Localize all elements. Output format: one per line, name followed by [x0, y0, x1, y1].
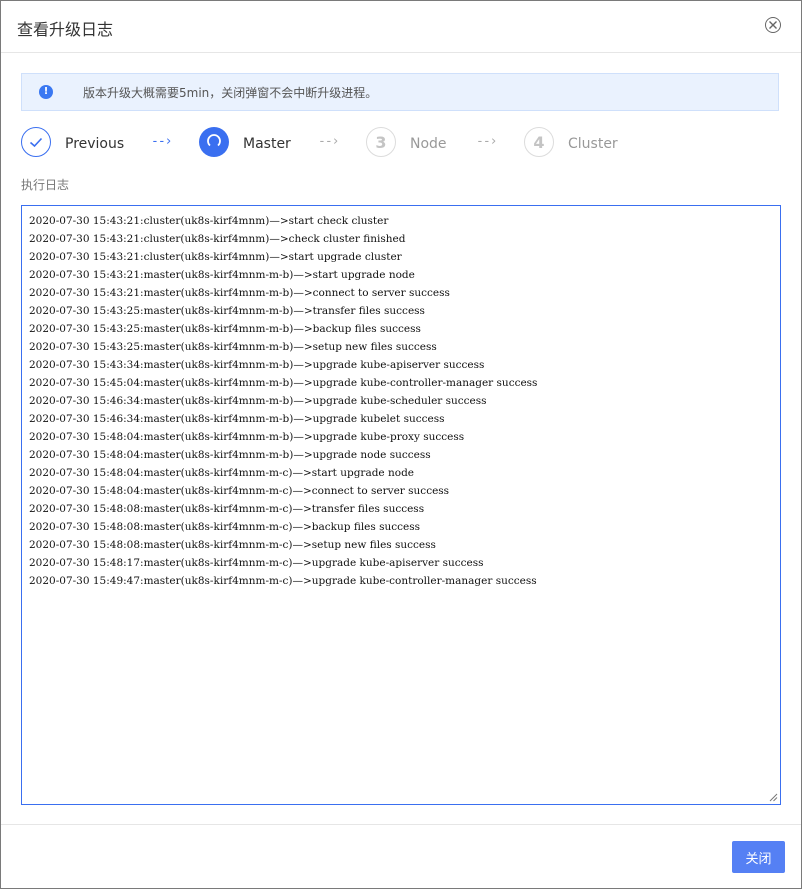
- step-arrow-1: --›: [151, 134, 173, 149]
- step-node-label: Node: [410, 136, 447, 152]
- step-master-label: Master: [243, 136, 291, 152]
- log-line: 2020-07-30 15:48:17:master(uk8s-kirf4mnm…: [29, 557, 484, 569]
- step-previous-circle: [21, 127, 51, 157]
- log-line: 2020-07-30 15:43:25:master(uk8s-kirf4mnm…: [29, 323, 421, 335]
- notice-text: 版本升级大概需要5min，关闭弹窗不会中断升级进程。: [83, 86, 378, 100]
- dialog-title: 查看升级日志: [17, 20, 114, 39]
- log-line: 2020-07-30 15:48:04:master(uk8s-kirf4mnm…: [29, 431, 465, 443]
- step-node-circle: 3: [366, 127, 396, 157]
- log-line: 2020-07-30 15:48:08:master(uk8s-kirf4mnm…: [29, 539, 436, 551]
- log-line: 2020-07-30 15:48:08:master(uk8s-kirf4mnm…: [29, 521, 421, 533]
- log-line: 2020-07-30 15:43:21:cluster(uk8s-kirf4mn…: [29, 251, 402, 263]
- step-cluster-label: Cluster: [568, 136, 618, 152]
- log-line: 2020-07-30 15:43:21:master(uk8s-kirf4mnm…: [29, 269, 415, 281]
- upgrade-steps: Previous --› Master --› 3 Node --› 4 Clu…: [1, 127, 801, 163]
- resize-grip-icon[interactable]: [769, 793, 778, 802]
- step-master-circle: [199, 127, 229, 157]
- log-line: 2020-07-30 15:43:25:master(uk8s-kirf4mnm…: [29, 341, 437, 353]
- close-circle-icon[interactable]: [765, 17, 781, 33]
- upgrade-notice: ! 版本升级大概需要5min，关闭弹窗不会中断升级进程。: [21, 73, 779, 111]
- loading-spinner-icon: [207, 134, 221, 147]
- log-line: 2020-07-30 15:43:25:master(uk8s-kirf4mnm…: [29, 305, 425, 317]
- log-line: 2020-07-30 15:43:34:master(uk8s-kirf4mnm…: [29, 359, 485, 371]
- upgrade-log-dialog: 查看升级日志 ! 版本升级大概需要5min，关闭弹窗不会中断升级进程。 Prev…: [0, 0, 802, 889]
- log-line: 2020-07-30 15:43:21:cluster(uk8s-kirf4mn…: [29, 233, 406, 245]
- step-cluster-circle: 4: [524, 127, 554, 157]
- log-line: 2020-07-30 15:43:21:cluster(uk8s-kirf4mn…: [29, 215, 389, 227]
- step-previous-label: Previous: [65, 136, 125, 152]
- close-button[interactable]: 关闭: [732, 841, 785, 873]
- check-icon: [29, 137, 42, 147]
- dialog-footer: 关闭: [1, 824, 801, 889]
- log-lines: 2020-07-30 15:43:21:cluster(uk8s-kirf4mn…: [29, 212, 537, 590]
- log-line: 2020-07-30 15:49:47:master(uk8s-kirf4mnm…: [29, 575, 537, 587]
- log-line: 2020-07-30 15:48:04:master(uk8s-kirf4mnm…: [29, 449, 431, 461]
- step-arrow-3: --›: [476, 134, 498, 149]
- log-line: 2020-07-30 15:45:04:master(uk8s-kirf4mnm…: [29, 377, 538, 389]
- log-caption: 执行日志: [21, 178, 70, 192]
- dialog-header: 查看升级日志: [1, 1, 801, 53]
- log-line: 2020-07-30 15:48:04:master(uk8s-kirf4mnm…: [29, 485, 450, 497]
- log-line: 2020-07-30 15:46:34:master(uk8s-kirf4mnm…: [29, 413, 445, 425]
- step-arrow-2: --›: [318, 134, 340, 149]
- log-line: 2020-07-30 15:43:21:master(uk8s-kirf4mnm…: [29, 287, 450, 299]
- log-line: 2020-07-30 15:48:08:master(uk8s-kirf4mnm…: [29, 503, 425, 515]
- log-line: 2020-07-30 15:46:34:master(uk8s-kirf4mnm…: [29, 395, 487, 407]
- log-line: 2020-07-30 15:48:04:master(uk8s-kirf4mnm…: [29, 467, 414, 479]
- info-icon: !: [39, 85, 53, 99]
- log-textarea[interactable]: 2020-07-30 15:43:21:cluster(uk8s-kirf4mn…: [21, 205, 781, 805]
